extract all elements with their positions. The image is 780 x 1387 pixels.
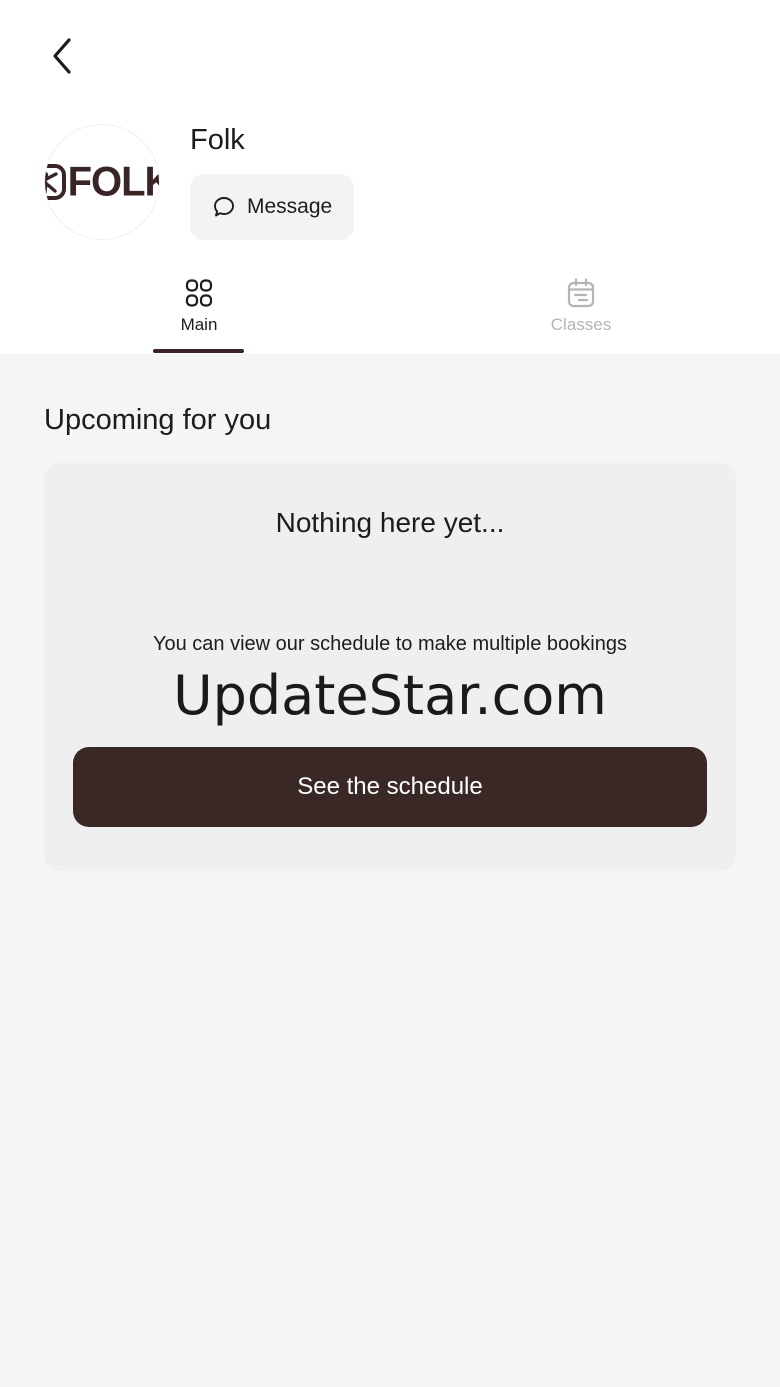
calendar-icon	[567, 278, 595, 308]
tab-main[interactable]: Main	[119, 272, 279, 354]
empty-state-title: Nothing here yet...	[275, 507, 505, 538]
back-button[interactable]	[38, 32, 86, 80]
watermark-text: UpdateStar.com	[173, 664, 607, 727]
see-schedule-button[interactable]: See the schedule	[73, 747, 707, 827]
upcoming-empty-card: Nothing here yet... You can view our sch…	[44, 463, 736, 871]
upcoming-section-title: Upcoming for you	[44, 404, 272, 436]
tab-classes-label: Classes	[550, 315, 612, 334]
tab-main-label: Main	[180, 315, 218, 334]
folk-logo-text: FOLK	[67, 158, 159, 206]
chevron-left-icon	[53, 38, 71, 74]
tab-classes[interactable]: Classes	[501, 272, 661, 354]
grid-icon	[185, 279, 213, 307]
empty-state-subtitle: You can view our schedule to make multip…	[153, 633, 627, 655]
message-button[interactable]: Message	[190, 174, 354, 240]
folk-logo-mark-icon	[45, 164, 66, 200]
folk-logo: FOLK	[45, 158, 159, 206]
active-tab-indicator	[153, 349, 244, 353]
studio-name: Folk	[190, 124, 245, 156]
message-button-label: Message	[247, 195, 333, 218]
chat-bubble-icon	[214, 197, 234, 217]
studio-avatar: FOLK	[44, 124, 160, 240]
profile-header: FOLK Folk Message Main Classes	[0, 0, 780, 354]
